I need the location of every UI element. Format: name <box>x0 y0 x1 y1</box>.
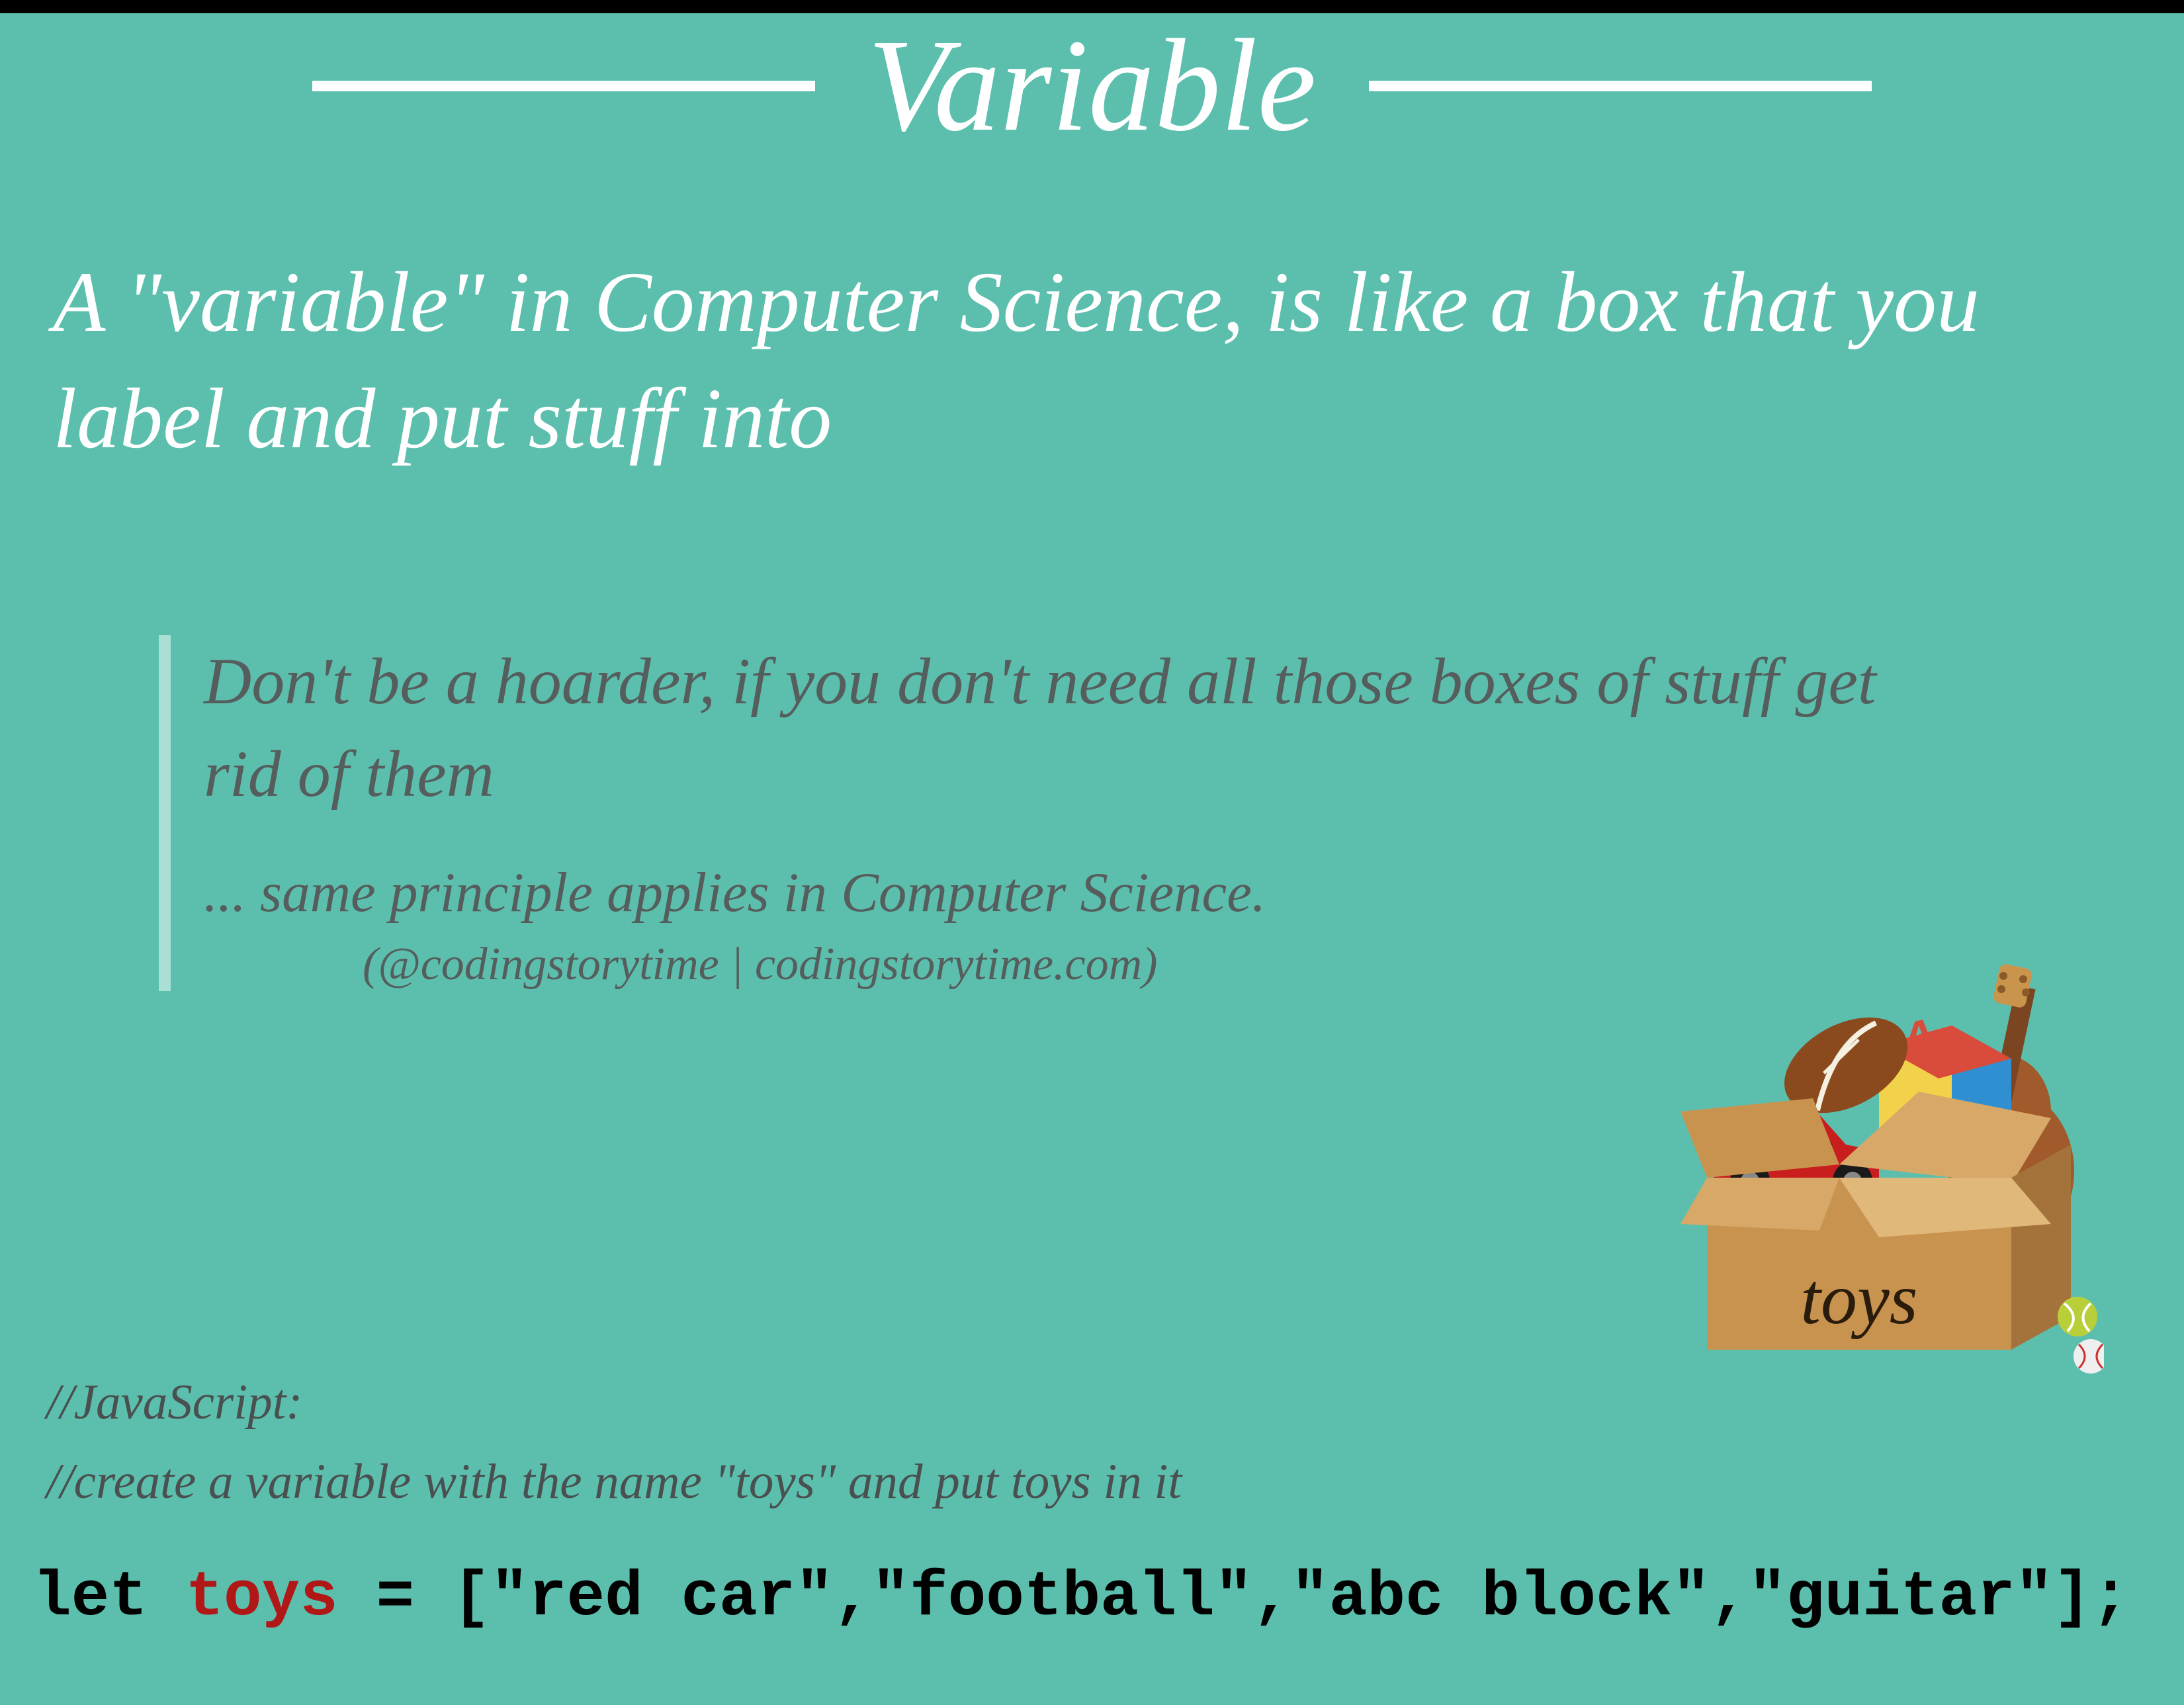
quote-main: Don't be a hoarder, if you don't need al… <box>204 635 1952 820</box>
top-black-bar <box>0 0 2184 13</box>
comment-line-1: //JavaScript: <box>46 1363 1182 1442</box>
code-comments: //JavaScript: //create a variable with t… <box>46 1363 1182 1522</box>
title-rule-left <box>312 81 815 91</box>
box-label: toys <box>1800 1258 1917 1339</box>
code-keyword: let <box>33 1561 185 1634</box>
toy-box-illustration: B A toys <box>1641 946 2104 1409</box>
baseball-icon <box>2074 1339 2104 1374</box>
title-row: Variable <box>0 20 2184 152</box>
tennis-ball-icon <box>2058 1297 2097 1336</box>
svg-text:A: A <box>1902 1007 1936 1066</box>
box-flap-front-left <box>1681 1178 1839 1231</box>
quote-sub: ... same principle applies in Computer S… <box>204 860 1952 925</box>
box-flap-back-left <box>1681 1098 1839 1178</box>
code-rest: = ["red car","football","abc block","gui… <box>338 1561 2130 1634</box>
title-rule-right <box>1369 81 1872 91</box>
code-variable-name: toys <box>185 1561 337 1634</box>
code-line: let toys = ["red car","football","abc bl… <box>33 1561 2130 1634</box>
quote-block: Don't be a hoarder, if you don't need al… <box>159 635 1952 991</box>
page-title: Variable <box>855 20 1330 152</box>
subtitle-text: A "variable" in Computer Science, is lik… <box>53 245 2131 477</box>
comment-line-2: //create a variable with the name "toys"… <box>46 1442 1182 1522</box>
